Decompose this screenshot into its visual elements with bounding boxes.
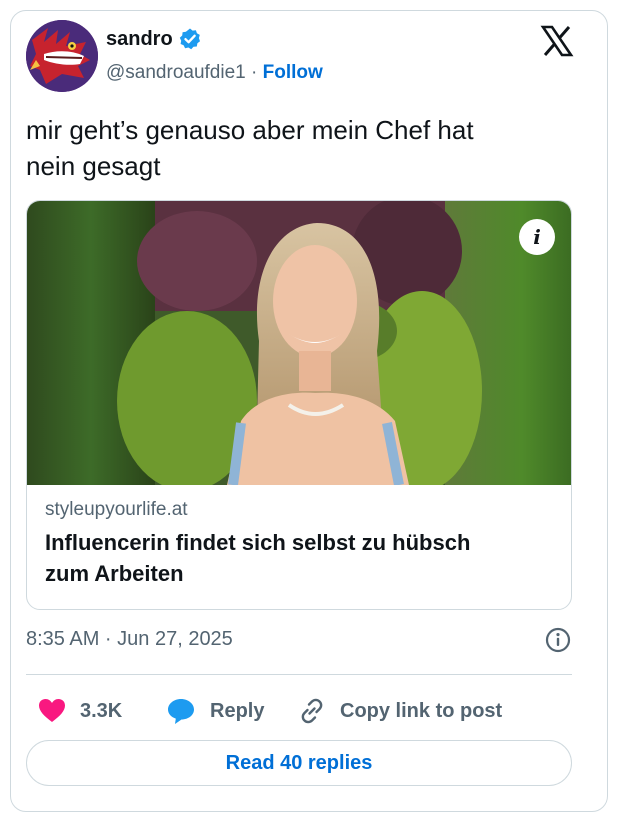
like-button[interactable]: 3.3K (38, 690, 122, 732)
reply-label: Reply (210, 699, 265, 722)
tweet-text: mir geht’s genauso aber mein Chef hat ne… (26, 112, 566, 184)
copy-link-label: Copy link to post (340, 699, 503, 722)
tweet-text-line: mir geht’s genauso aber mein Chef hat (26, 115, 474, 145)
author-name[interactable]: sandro (106, 28, 173, 51)
follow-button[interactable]: Follow (263, 62, 323, 83)
action-bar: 3.3K Reply Copy link to post (26, 690, 572, 732)
copy-link-button[interactable]: Copy link to post (298, 690, 502, 732)
avatar[interactable] (26, 20, 98, 92)
link-preview-card[interactable]: i styleupyourlife.at Influencerin findet… (26, 200, 572, 610)
divider (26, 674, 572, 675)
info-circle-icon[interactable] (544, 626, 572, 654)
heart-icon (39, 699, 65, 722)
author-handle[interactable]: @sandroaufdie1 (106, 62, 246, 83)
link-title-line: zum Arbeiten (45, 561, 184, 586)
link-title: Influencerin findet sich selbst zu hübsc… (45, 527, 555, 589)
x-logo-icon[interactable] (540, 24, 574, 58)
link-title-line: Influencerin findet sich selbst zu hübsc… (45, 530, 471, 555)
handle-separator: · (245, 62, 263, 83)
article-photo (27, 201, 571, 485)
link-icon (301, 698, 323, 724)
timestamp[interactable]: 8:35 AM · Jun 27, 2025 (26, 628, 233, 651)
reply-bubble-icon (168, 699, 194, 724)
verified-badge-icon (179, 28, 200, 50)
tweet-text-line: nein gesagt (26, 151, 161, 181)
author-handle-row: @sandroaufdie1 · Follow (106, 62, 323, 84)
read-replies-button[interactable]: Read 40 replies (26, 740, 572, 786)
link-domain: styleupyourlife.at (45, 499, 188, 520)
like-count: 3.3K (80, 699, 123, 722)
reply-button[interactable]: Reply (166, 690, 264, 732)
info-icon[interactable]: i (519, 219, 555, 255)
